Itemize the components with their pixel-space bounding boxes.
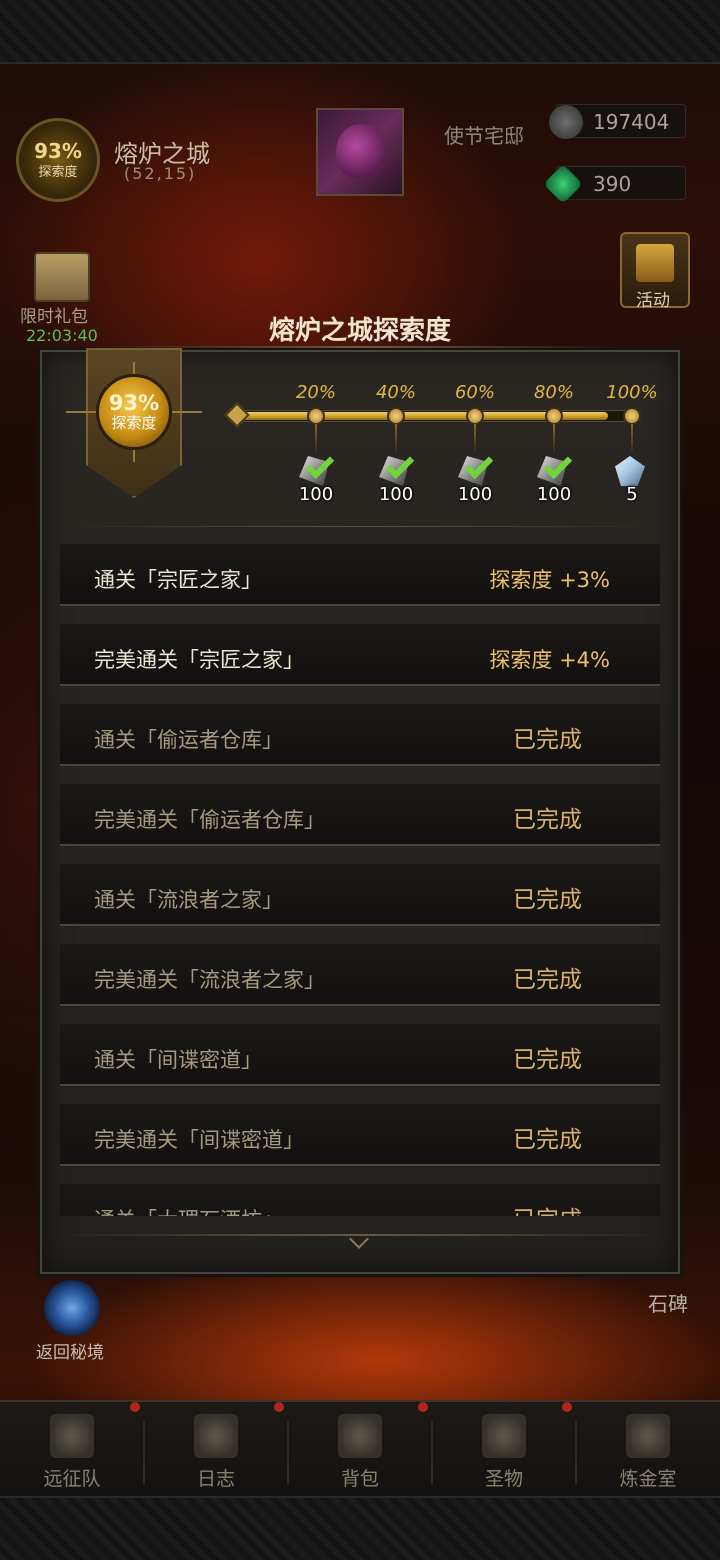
milestone-label: 80% bbox=[533, 382, 574, 403]
reward-count: 100 bbox=[457, 484, 493, 505]
task-status: 已完成 bbox=[513, 1200, 582, 1216]
reward-count: 100 bbox=[536, 484, 572, 505]
reward-count: 100 bbox=[378, 484, 414, 505]
task-row[interactable]: 完美通关「偷运者仓库」 已完成 bbox=[60, 784, 660, 846]
city-coordinates: (52,15) bbox=[124, 164, 197, 183]
nav-label: 炼金室 bbox=[619, 1468, 677, 1490]
hero-portrait[interactable] bbox=[316, 108, 404, 196]
nav-item[interactable]: 背包 bbox=[288, 1408, 432, 1496]
activity-gift-icon bbox=[636, 244, 674, 282]
nav-item[interactable]: 日志 bbox=[144, 1408, 288, 1496]
milestone-node bbox=[387, 407, 405, 425]
task-status: 已完成 bbox=[513, 807, 582, 833]
task-name: 通关「间谍密道」 bbox=[94, 1048, 262, 1072]
exploration-label: 探索度 bbox=[38, 164, 78, 180]
horned-helmet-icon bbox=[50, 1414, 94, 1458]
task-name: 完美通关「间谍密道」 bbox=[94, 1128, 304, 1152]
scroll-icon bbox=[194, 1414, 238, 1458]
task-row[interactable]: 通关「流浪者之家」 已完成 bbox=[60, 864, 660, 926]
milestone-node bbox=[623, 407, 641, 425]
bag-icon bbox=[338, 1414, 382, 1458]
gift-box-icon[interactable] bbox=[34, 252, 90, 302]
resource-gem-value: 390 bbox=[593, 172, 632, 196]
section-divider bbox=[60, 526, 660, 527]
banner-label: 探索度 bbox=[111, 414, 157, 432]
reward-count: 5 bbox=[626, 484, 638, 505]
top-frame bbox=[0, 0, 720, 64]
chalice-icon bbox=[482, 1414, 526, 1458]
task-row[interactable]: 通关「偷运者仓库」 已完成 bbox=[60, 704, 660, 766]
nav-label: 日志 bbox=[196, 1468, 235, 1490]
nav-separator bbox=[575, 1420, 577, 1484]
resource-ore[interactable]: 197404 bbox=[549, 104, 686, 139]
banner-percent: 93% bbox=[108, 391, 160, 415]
milestone-pin bbox=[395, 424, 397, 454]
milestone-label: 40% bbox=[375, 382, 416, 403]
task-row[interactable]: 完美通关「流浪者之家」 已完成 bbox=[60, 944, 660, 1006]
task-name: 完美通关「流浪者之家」 bbox=[94, 968, 325, 992]
task-status: 已完成 bbox=[513, 1127, 582, 1153]
stele-label[interactable]: 石碑 bbox=[648, 1288, 688, 1317]
portal-icon[interactable] bbox=[44, 1280, 100, 1336]
nav-ornament-dot bbox=[130, 1402, 140, 1412]
task-status: 已完成 bbox=[513, 1047, 582, 1073]
resource-gem[interactable]: 390 bbox=[543, 164, 686, 204]
nav-separator bbox=[287, 1420, 289, 1484]
ore-resource-icon bbox=[549, 105, 583, 139]
task-reward: 探索度 +4% bbox=[489, 648, 610, 672]
task-name: 通关「流浪者之家」 bbox=[94, 888, 283, 912]
return-portal-label[interactable]: 返回秘境 bbox=[36, 1338, 104, 1363]
nav-ornament-dot bbox=[418, 1402, 428, 1412]
reward-count: 100 bbox=[298, 484, 334, 505]
hero-face-icon bbox=[336, 124, 386, 178]
task-row[interactable]: 完美通关「间谍密道」 已完成 bbox=[60, 1104, 660, 1166]
task-status: 已完成 bbox=[513, 967, 582, 993]
title-divider bbox=[100, 346, 620, 348]
milestone-node bbox=[307, 407, 325, 425]
alchemy-icon bbox=[626, 1414, 670, 1458]
activity-label[interactable]: 活动 bbox=[636, 286, 670, 311]
task-name: 通关「大理石酒坊」 bbox=[94, 1204, 283, 1216]
task-row[interactable]: 完美通关「宗匠之家」 探索度 +4% bbox=[60, 624, 660, 686]
task-row[interactable]: 通关「间谍密道」 已完成 bbox=[60, 1024, 660, 1086]
mansion-label[interactable]: 使节宅邸 bbox=[444, 120, 524, 149]
nav-separator bbox=[143, 1420, 145, 1484]
task-name: 通关「偷运者仓库」 bbox=[94, 728, 283, 752]
task-status: 已完成 bbox=[513, 887, 582, 913]
nav-item[interactable]: 远征队 bbox=[0, 1408, 144, 1496]
milestone-label: 100% bbox=[606, 382, 658, 403]
task-row[interactable]: 通关「宗匠之家」 探索度 +3% bbox=[60, 544, 660, 606]
nav-ornament-dot bbox=[562, 1402, 572, 1412]
exploration-progress-bar bbox=[238, 410, 638, 422]
milestone-pin bbox=[553, 424, 555, 454]
task-reward: 探索度 +3% bbox=[489, 568, 610, 592]
task-name: 完美通关「宗匠之家」 bbox=[94, 648, 304, 672]
exploration-percent: 93% bbox=[34, 138, 82, 163]
milestone-node bbox=[466, 407, 484, 425]
task-name: 通关「宗匠之家」 bbox=[94, 568, 262, 592]
nav-item[interactable]: 圣物 bbox=[432, 1408, 576, 1496]
nav-item[interactable]: 炼金室 bbox=[576, 1408, 720, 1496]
bottom-frame bbox=[0, 1496, 720, 1560]
banner-progress-orb: 93% 探索度 bbox=[96, 374, 172, 450]
milestone-pin bbox=[631, 424, 633, 454]
milestone-pin bbox=[474, 424, 476, 454]
dialog-title: 熔炉之城探索度 bbox=[268, 316, 451, 346]
milestone-label: 60% bbox=[454, 382, 495, 403]
nav-label: 圣物 bbox=[484, 1468, 523, 1490]
task-name: 完美通关「偷运者仓库」 bbox=[94, 808, 325, 832]
task-status: 已完成 bbox=[513, 727, 582, 753]
nav-label: 背包 bbox=[340, 1468, 379, 1490]
nav-label: 远征队 bbox=[43, 1468, 101, 1490]
milestone-node bbox=[545, 407, 563, 425]
task-row[interactable]: 通关「大理石酒坊」 已完成 bbox=[60, 1184, 660, 1216]
task-list[interactable]: 通关「宗匠之家」 探索度 +3% 完美通关「宗匠之家」 探索度 +4% 通关「偷运者仓库… bbox=[60, 544, 660, 1216]
exploration-badge[interactable]: 93% 探索度 bbox=[16, 118, 100, 202]
milestone-label: 20% bbox=[295, 382, 336, 403]
crystal-icon bbox=[615, 456, 645, 486]
milestone-pin bbox=[315, 424, 317, 454]
nav-separator bbox=[431, 1420, 433, 1484]
nav-ornament-dot bbox=[274, 1402, 284, 1412]
resource-ore-value: 197404 bbox=[593, 110, 670, 134]
